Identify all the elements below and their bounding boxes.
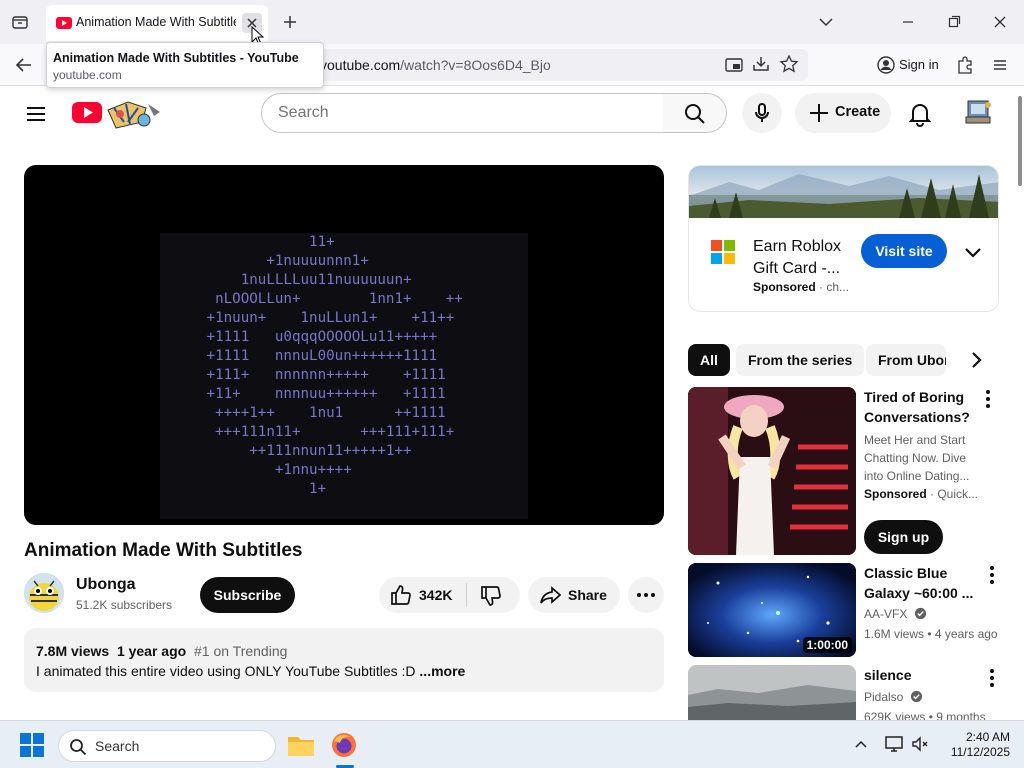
rec-desc-1: Meet Her and Start Chatting Now. Dive in… (864, 433, 970, 483)
picture-in-picture-icon[interactable] (724, 55, 744, 75)
ad-expand-chevron-icon[interactable] (961, 240, 985, 264)
thumbs-down-icon (479, 584, 503, 608)
firefox-icon[interactable] (330, 731, 358, 759)
rec-title-3[interactable]: silence (864, 665, 982, 685)
tab-list-icon[interactable] (10, 12, 30, 32)
scrollbar-thumb[interactable] (1018, 96, 1022, 186)
close-window-icon[interactable] (990, 12, 1010, 32)
microsoft-logo-icon (711, 240, 735, 264)
tab-hover-tooltip: Animation Made With Subtitles - YouTube … (46, 42, 324, 88)
url-text[interactable]: youtube.com/watch?v=8Oos6D4_Bjo (320, 57, 551, 73)
tab-title: Animation Made With Subtitles (76, 15, 236, 29)
rec-thumbnail-2[interactable]: 1:00:00 (688, 563, 856, 657)
verified-badge-icon (910, 690, 922, 703)
rec-stats-2: 1.6M views • 4 years ago (864, 627, 998, 641)
extensions-puzzle-icon[interactable] (955, 55, 975, 75)
back-arrow-icon[interactable] (13, 54, 35, 76)
notifications-bell-icon[interactable] (908, 101, 932, 127)
tab-overflow-chevron-icon[interactable] (816, 12, 836, 32)
taskbar-search[interactable]: Search (58, 730, 276, 762)
channel-avatar[interactable] (24, 573, 64, 613)
plus-icon (807, 101, 831, 125)
system-tray-chevron-icon[interactable] (852, 735, 870, 753)
description-more-link[interactable]: ...more (419, 663, 465, 679)
rec-thumbnail-3[interactable] (688, 665, 856, 720)
microphone-icon (750, 101, 774, 125)
chips-next-chevron-icon[interactable] (964, 348, 988, 372)
dislike-button[interactable] (467, 577, 520, 613)
rec-menu-3-icon[interactable] (980, 666, 1004, 690)
tooltip-host: youtube.com (53, 68, 122, 82)
rec-title-1[interactable]: Tired of Boring Conversations? (864, 387, 982, 427)
browser-tab-active[interactable]: Animation Made With Subtitles (46, 5, 268, 46)
account-circle-icon (876, 55, 896, 75)
share-arrow-icon (538, 583, 562, 607)
taskbar-search-icon (69, 738, 87, 756)
sponsored-ad-card[interactable]: Earn Roblox Gift Card -... Sponsored · c… (688, 165, 999, 312)
app-menu-hamburger-icon[interactable] (990, 55, 1010, 75)
file-explorer-icon[interactable] (287, 732, 315, 758)
taskbar-clock[interactable]: 2:40 AM 11/12/2025 (940, 730, 1010, 760)
page-scrollbar[interactable] (1016, 86, 1024, 720)
view-stats: 7.8M views 1 year ago #1 on Trending (36, 643, 288, 659)
share-button[interactable]: Share (528, 577, 620, 613)
rec-menu-2-icon[interactable] (980, 563, 1004, 587)
tooltip-title: Animation Made With Subtitles - YouTube (53, 51, 299, 65)
youtube-search-input[interactable]: Search (261, 93, 664, 133)
ad-sponsored-line: Sponsored · ch... (753, 280, 850, 294)
subscribe-button[interactable]: Subscribe (200, 577, 295, 613)
bookmark-star-icon[interactable] (779, 54, 799, 74)
youtube-logo[interactable] (72, 96, 168, 130)
more-actions-button[interactable] (628, 577, 664, 613)
youtube-search-button[interactable] (663, 93, 727, 133)
video-frame-ascii-art: 11+ +1nuuuunnn1+ 1nuLLLLuu11nuuuuuun+ nL… (160, 233, 528, 519)
description-box[interactable]: 7.8M views 1 year ago #1 on Trending I a… (24, 628, 664, 692)
ad-banner-image (689, 166, 998, 218)
chip-all[interactable]: All (688, 344, 730, 376)
visit-site-button[interactable]: Visit site (861, 234, 947, 268)
new-tab-icon[interactable] (280, 12, 300, 32)
search-placeholder: Search (278, 104, 329, 121)
rec-menu-1-icon[interactable] (976, 387, 1000, 411)
description-text: I animated this entire video using ONLY … (36, 663, 466, 679)
guide-menu-icon[interactable] (24, 102, 48, 126)
like-dislike-group: 342K (379, 577, 520, 613)
rec-channel-3: Pidalso (864, 688, 923, 706)
voice-search-button[interactable] (742, 93, 782, 133)
display-network-icon[interactable] (884, 734, 904, 754)
rec-duration-2: 1:00:00 (802, 637, 852, 653)
maximize-window-icon[interactable] (944, 12, 964, 32)
rec-thumbnail-1[interactable] (688, 387, 856, 555)
rec-stats-3: 629K views • 9 months (864, 710, 986, 720)
video-title: Animation Made With Subtitles (24, 540, 303, 561)
windows-taskbar: Search 2:40 AM 11/12/2025 (0, 720, 1024, 768)
save-to-pocket-icon[interactable] (751, 54, 771, 74)
subscriber-count: 51.2K subscribers (76, 598, 173, 612)
browser-sign-in-button[interactable]: Sign in (868, 50, 944, 80)
create-button[interactable]: Create (795, 93, 891, 133)
youtube-header: Search Create (0, 86, 1016, 142)
thumbs-up-icon (389, 583, 413, 607)
channel-name[interactable]: Ubonga (76, 576, 136, 594)
rec-sponsored-1: Sponsored · Quick... (864, 487, 979, 501)
more-horizontal-icon (634, 583, 658, 607)
windows-start-icon[interactable] (20, 733, 44, 757)
ad-title[interactable]: Earn Roblox Gift Card -... (753, 236, 853, 280)
account-avatar[interactable] (962, 97, 994, 129)
chip-from-ubonga[interactable]: From Ubon (866, 344, 946, 376)
browser-tab-bar: Animation Made With Subtitles (0, 0, 1024, 46)
speaker-muted-icon[interactable] (910, 734, 930, 754)
youtube-favicon-icon (56, 16, 72, 30)
rec-title-2[interactable]: Classic Blue Galaxy ~60:00 ... (864, 563, 982, 603)
verified-badge-icon (914, 607, 926, 620)
minimize-window-icon[interactable] (898, 12, 918, 32)
video-player[interactable]: 11+ +1nuuuunnn1+ 1nuLLLLuu11nuuuuuun+ nL… (24, 165, 664, 525)
like-button[interactable]: 342K (379, 577, 466, 613)
chip-from-the-series[interactable]: From the series (736, 344, 865, 376)
rec-channel-2: AA-VFX (864, 605, 927, 623)
ascii-art-text: 11+ +1nuuuunnn1+ 1nuLLLLuu11nuuuuuun+ nL… (206, 234, 463, 497)
like-count: 342K (419, 587, 453, 603)
search-icon (683, 102, 707, 126)
sign-up-button[interactable]: Sign up (864, 520, 943, 554)
